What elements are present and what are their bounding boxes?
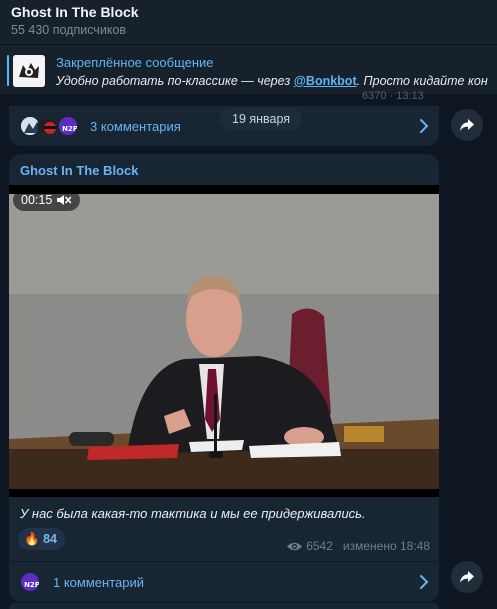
pinned-text: Удобно работать по-классике — через @Bon… <box>56 74 488 88</box>
views-count: 6542 <box>306 539 333 553</box>
svg-text:N2P: N2P <box>62 125 78 133</box>
video-thumbnail <box>9 194 439 489</box>
comments-count: 1 комментарий <box>53 575 144 590</box>
post-author[interactable]: Ghost In The Block <box>20 163 138 178</box>
next-post-edge <box>9 603 439 609</box>
pin-thumbnail-icon <box>13 55 45 87</box>
post-comments[interactable]: N2P 1 комментарий <box>9 561 439 602</box>
video-duration: 00:15 <box>13 189 81 211</box>
chevron-right-icon <box>420 575 429 589</box>
channel-title: Ghost In The Block <box>11 4 139 20</box>
fire-reaction[interactable]: 🔥 84 <box>18 528 65 550</box>
mute-icon[interactable] <box>56 194 72 206</box>
edited-time: изменено 18:48 <box>342 539 430 553</box>
eye-icon <box>287 542 303 551</box>
post-caption: У нас была какая-то тактика и мы ее прид… <box>20 506 366 521</box>
channel-subscribers: 55 430 подписчиков <box>11 23 127 37</box>
pinned-indicator <box>7 55 9 86</box>
avatar: N2P <box>57 115 79 137</box>
pinned-message[interactable]: Закреплённое сообщение Удобно работать п… <box>0 44 497 94</box>
previous-post-meta: 6370 · 13:13 <box>362 90 424 102</box>
avatar <box>37 115 59 137</box>
chevron-right-icon <box>420 119 429 133</box>
post-meta: 6542 изменено 18:48 <box>286 539 430 553</box>
date-divider: 19 января <box>220 108 303 130</box>
share-arrow-icon <box>460 119 474 131</box>
channel-post: Ghost In The Block 00:15 У нас была кака… <box>9 154 439 602</box>
svg-text:N2P: N2P <box>24 581 40 589</box>
share-button[interactable] <box>451 109 483 141</box>
reaction-emoji: 🔥 <box>24 532 40 546</box>
bonkbot-mention-link[interactable]: @Bonkbot <box>294 74 357 88</box>
share-arrow-icon <box>460 571 474 583</box>
channel-header[interactable]: Ghost In The Block 55 430 подписчиков <box>0 0 497 44</box>
avatar: N2P <box>19 571 41 593</box>
video-player[interactable]: 00:15 <box>9 185 439 497</box>
comments-count: 3 комментария <box>90 119 181 134</box>
share-button[interactable] <box>451 561 483 593</box>
reaction-count: 84 <box>43 532 57 546</box>
pinned-label: Закреплённое сообщение <box>56 55 214 70</box>
